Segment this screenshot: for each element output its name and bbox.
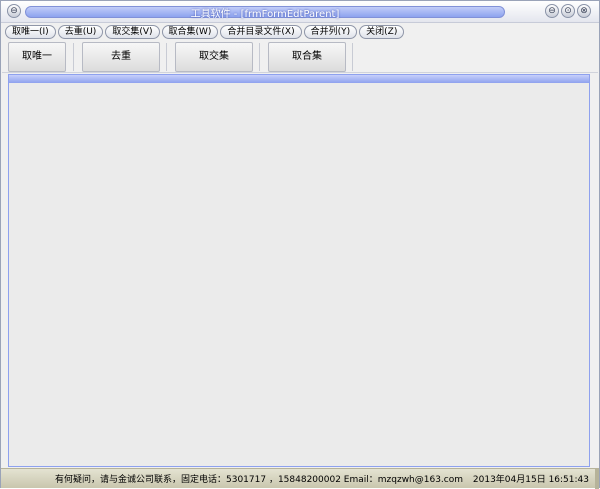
content-header-strip — [9, 75, 589, 83]
status-contact-info: 有何疑问，请与金诚公司联系，固定电话：5301717 ，15848200002 … — [55, 475, 464, 485]
dedupe-button[interactable]: 去重 — [82, 42, 160, 72]
menu-bar: 取唯一(I) 去重(U) 取交集(V) 取合集(W) 合并目录文件(X) 合并列… — [5, 24, 595, 39]
mdi-client-area[interactable] — [8, 74, 590, 467]
menu-item-intersection[interactable]: 取交集(V) — [105, 24, 160, 39]
intersection-button[interactable]: 取交集 — [175, 42, 253, 72]
close-icon[interactable]: ⊗ — [577, 4, 591, 18]
union-button[interactable]: 取合集 — [268, 42, 346, 72]
toolbar-separator — [259, 43, 260, 71]
toolbar-separator — [352, 43, 353, 71]
main-window: ⊖ 工具软件 - [frmFormEdtParent] ⊖ ⊙ ⊗ 取唯一(I)… — [0, 0, 600, 489]
maximize-icon[interactable]: ⊙ — [561, 4, 575, 18]
minimize-icon[interactable]: ⊖ — [545, 4, 559, 18]
status-grip — [595, 469, 599, 489]
menu-item-dedupe[interactable]: 去重(U) — [57, 24, 104, 39]
status-datetime: 2013年04月15日 16:51:43 — [472, 475, 589, 485]
toolbar: 取唯一 去重 取交集 取合集 — [2, 39, 598, 73]
title-track: 工具软件 - [frmFormEdtParent] — [25, 6, 505, 20]
unique-button[interactable]: 取唯一 — [8, 42, 66, 72]
status-bar: 有何疑问，请与金诚公司联系，固定电话：5301717 ，15848200002 … — [1, 468, 599, 489]
menu-item-merge-columns[interactable]: 合并列(Y) — [303, 24, 358, 39]
menu-item-unique[interactable]: 取唯一(I) — [5, 24, 56, 39]
toolbar-separator — [73, 43, 74, 71]
menu-item-close[interactable]: 关闭(Z) — [359, 24, 405, 39]
window-title: 工具软件 - [frmFormEdtParent] — [190, 9, 340, 20]
toolbar-separator — [166, 43, 167, 71]
menu-item-merge-dir-files[interactable]: 合并目录文件(X) — [220, 24, 302, 39]
menu-item-union[interactable]: 取合集(W) — [161, 24, 219, 39]
title-bar[interactable]: ⊖ 工具软件 - [frmFormEdtParent] ⊖ ⊙ ⊗ — [1, 1, 599, 23]
system-menu-icon[interactable]: ⊖ — [7, 4, 21, 18]
